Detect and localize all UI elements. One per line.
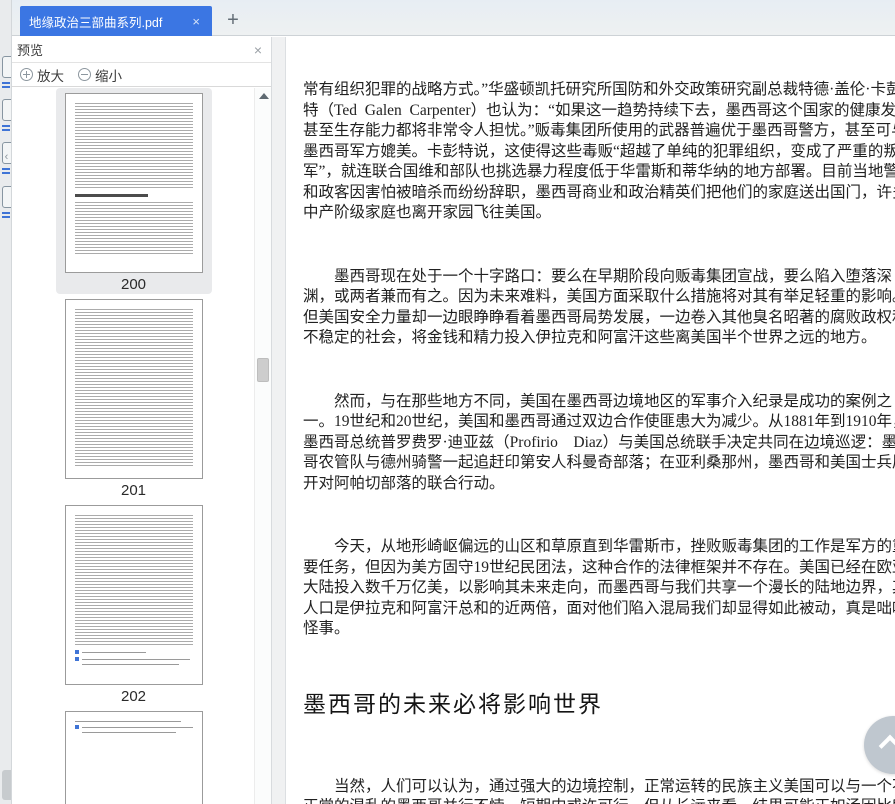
edge-label-mark bbox=[2, 168, 10, 170]
thumbnail-page-next[interactable] bbox=[56, 706, 212, 804]
scroll-up-arrow-icon[interactable] bbox=[259, 93, 269, 99]
tab-bar: 地缘政治三部曲系列.pdf × + bbox=[12, 0, 895, 36]
zoom-in-icon bbox=[20, 68, 33, 81]
thumbnail-page-number: 201 bbox=[120, 482, 147, 499]
panel-close-icon[interactable]: × bbox=[254, 42, 262, 58]
thumbnail-page-202[interactable]: 202 bbox=[56, 500, 212, 706]
edge-label-mark bbox=[2, 212, 10, 214]
preview-sidebar: 预览 × 放大 缩小 200 201 202 bbox=[12, 37, 272, 804]
paragraph: 当然，人们可以认为，通过强大的边境控制，正常运转的民族主义美国可以与一个不 正常… bbox=[303, 777, 895, 804]
zoom-in-button[interactable]: 放大 bbox=[20, 65, 64, 85]
thumbnail-page-201[interactable]: 201 bbox=[56, 294, 212, 500]
thumbnail-page-preview bbox=[64, 711, 203, 804]
chevron-up-icon bbox=[878, 734, 895, 758]
section-heading: 墨西哥的未来必将影响世界 bbox=[303, 691, 603, 717]
thumbnail-zoom-toolbar: 放大 缩小 bbox=[12, 63, 271, 87]
edge-label-mark bbox=[2, 216, 10, 218]
edge-tool-button[interactable] bbox=[2, 56, 11, 78]
thumbnail-page-200[interactable]: 200 bbox=[55, 88, 212, 294]
tab-close-icon[interactable]: × bbox=[189, 14, 203, 29]
pane-divider bbox=[272, 37, 285, 804]
edge-tool-button[interactable] bbox=[2, 99, 11, 121]
pdf-tab[interactable]: 地缘政治三部曲系列.pdf × bbox=[20, 6, 212, 36]
preview-panel-header: 预览 × bbox=[12, 37, 271, 63]
thumbnail-page-preview bbox=[64, 299, 203, 479]
paragraph: 墨西哥现在处于一个十字路口：要么在早期阶段向贩毒集团宣战，要么陷入堕落深 渊，或… bbox=[303, 267, 895, 347]
pdf-page: 常有组织犯罪的战略方式。”华盛顿凯托研究所国防和外交政策研究副总裁特德·盖伦·卡… bbox=[285, 37, 895, 804]
thumbnail-page-number: 200 bbox=[120, 276, 147, 293]
new-tab-button[interactable]: + bbox=[218, 6, 248, 36]
zoom-out-icon bbox=[78, 68, 91, 81]
thumbnail-page-preview bbox=[64, 93, 203, 273]
edge-label-mark bbox=[2, 86, 10, 88]
paragraph: 今天，从地形崎岖偏远的山区和草原直到华雷斯市，挫败贩毒集团的工作是军方的重 要任… bbox=[303, 538, 895, 637]
panel-title: 预览 bbox=[17, 43, 44, 58]
edge-label-mark bbox=[2, 125, 10, 127]
edge-tool-button[interactable] bbox=[2, 186, 11, 208]
edge-label-mark bbox=[2, 129, 10, 131]
thumbnail-page-preview bbox=[64, 505, 203, 685]
scrollbar-thumb[interactable] bbox=[257, 358, 269, 382]
collapse-handle-icon[interactable]: ‹ bbox=[1, 146, 11, 168]
pdf-page-text: 常有组织犯罪的战略方式。”华盛顿凯托研究所国防和外交政策研究副总裁特德·盖伦·卡… bbox=[303, 39, 895, 804]
zoom-out-button[interactable]: 缩小 bbox=[78, 65, 122, 85]
thumbnail-list: 200 201 202 bbox=[12, 88, 255, 804]
edge-tool-button bbox=[2, 770, 11, 800]
thumbnail-scrollbar[interactable] bbox=[254, 88, 271, 804]
edge-label-mark bbox=[2, 82, 10, 84]
paragraph: 然而，与在那些地方不同，美国在墨西哥边境地区的军事介入纪录是成功的案例之 一。1… bbox=[303, 392, 895, 492]
tab-title: 地缘政治三部曲系列.pdf bbox=[29, 15, 163, 30]
docked-panel-edge: ‹ bbox=[0, 0, 12, 804]
zoom-out-label: 缩小 bbox=[95, 68, 122, 84]
zoom-in-label: 放大 bbox=[37, 68, 64, 84]
paragraph: 常有组织犯罪的战略方式。”华盛顿凯托研究所国防和外交政策研究副总裁特德·盖伦·卡… bbox=[303, 81, 895, 221]
thumbnail-page-number: 202 bbox=[120, 688, 147, 705]
edge-label-mark bbox=[2, 172, 10, 174]
